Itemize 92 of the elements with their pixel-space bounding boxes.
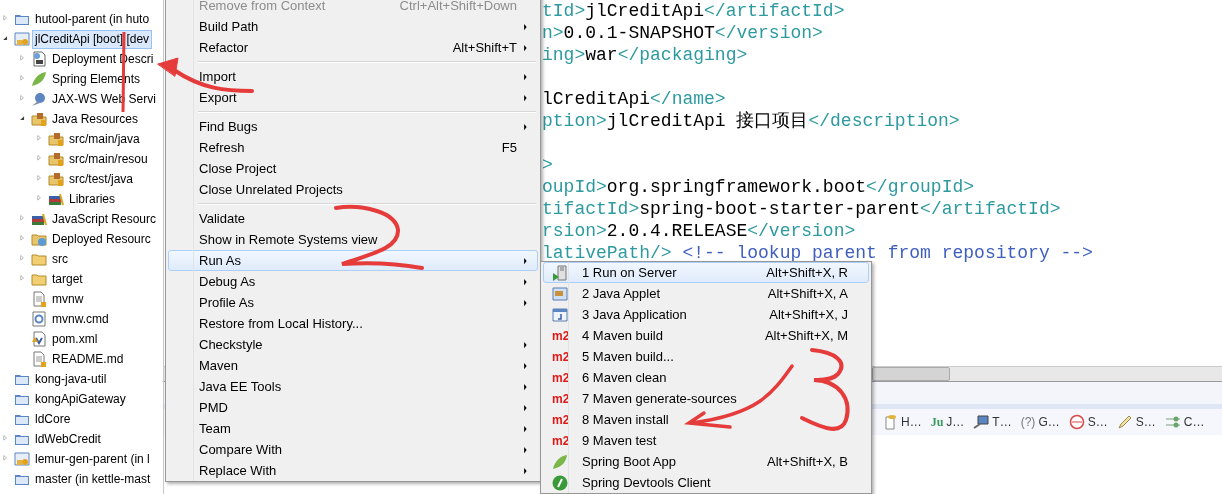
tree-item[interactable]: mvnw (49, 289, 87, 309)
menu-item[interactable]: Replace With (168, 460, 538, 481)
application-icon (552, 306, 568, 323)
code-line: rsion>2.0.4.RELEASE</version> (542, 221, 856, 241)
menu-item[interactable]: Checkstyle (168, 334, 538, 355)
code-line: tifactId>spring-boot-starter-parent</artifactId> (542, 199, 1061, 219)
tree-item[interactable]: Deployed Resourc (49, 229, 154, 249)
menu-item[interactable]: Refactor Alt+Shift+T (168, 37, 538, 58)
menu-item[interactable]: Restore from Local History... (168, 313, 538, 334)
menu-item[interactable]: Validate (168, 208, 538, 229)
menu-item[interactable]: Profile As (168, 292, 538, 313)
document-icon (31, 51, 47, 67)
menu-item[interactable]: 3 Java Application Alt+Shift+X, J (543, 304, 869, 325)
no-entry-icon (1068, 414, 1085, 430)
menu-item[interactable]: Show in Remote Systems view (168, 229, 538, 250)
code-line: lativePath/> <!-- lookup parent from repository --> (542, 243, 1093, 263)
menu-item[interactable]: Close Project (168, 158, 538, 179)
tree-item[interactable]: pom.xml (49, 329, 101, 349)
code-line: ing>war</packaging> (542, 45, 748, 65)
code-line: > (542, 155, 553, 175)
code-line: n>0.0.1-SNAPSHOT</version> (542, 23, 823, 43)
view-tab[interactable]: T… (973, 414, 1012, 430)
tree-item[interactable]: Libraries (66, 189, 119, 209)
monitor-icon (973, 414, 990, 430)
leaf-icon (552, 453, 568, 470)
menu-item[interactable]: Spring Boot App Alt+Shift+X, B (543, 451, 869, 472)
tree-item[interactable]: kong-java-util (32, 369, 110, 389)
folder-globe-icon (31, 231, 47, 247)
leaf-icon (31, 71, 47, 87)
package-folder-icon (48, 151, 64, 167)
menu-item[interactable]: PMD (168, 397, 538, 418)
code-line: oupId>org.springframework.boot</groupId> (542, 177, 975, 197)
view-tab[interactable]: Ju J… (930, 414, 965, 430)
books-icon (48, 191, 64, 207)
menu-item[interactable]: Build Path (168, 16, 538, 37)
applet-icon (552, 285, 568, 302)
tree-item[interactable]: src/main/resou (66, 149, 151, 169)
tree-item[interactable]: target (49, 269, 86, 289)
tree-item[interactable]: master (in kettle-mast (32, 469, 154, 489)
tree-item[interactable]: src/test/java (66, 169, 137, 189)
view-tab[interactable]: (?) G… (1020, 415, 1060, 429)
menu-item[interactable]: Team (168, 418, 538, 439)
tree-item[interactable]: ldWebCredit (32, 429, 104, 449)
menu-item[interactable]: 1 Run on Server Alt+Shift+X, R (543, 262, 869, 283)
gear-file-icon (31, 311, 47, 327)
tree-item[interactable]: hutool-parent (in huto (32, 9, 153, 29)
package-folder-icon (48, 171, 64, 187)
menu-item[interactable]: Java EE Tools (168, 376, 538, 397)
menu-item[interactable]: Compare With (168, 439, 538, 460)
package-folder-icon (31, 111, 47, 127)
folder-icon (31, 271, 47, 287)
menu-item[interactable]: Debug As (168, 271, 538, 292)
menu-item[interactable]: Import (168, 66, 538, 87)
tree-item[interactable]: Java Resources (49, 109, 142, 129)
view-tab[interactable]: C… (1164, 414, 1205, 430)
menu-item[interactable]: Find Bugs (168, 116, 538, 137)
tree-item[interactable]: src/main/java (66, 129, 143, 149)
project-icon (14, 451, 30, 467)
code-line: ption>jlCreditApi 接口项目</description> (542, 111, 960, 131)
xml-file-icon (31, 331, 47, 347)
tree-item[interactable]: ldCore (32, 409, 74, 429)
menu-item[interactable]: Run As (168, 250, 538, 271)
menu-item[interactable]: 2 Java Applet Alt+Shift+X, A (543, 283, 869, 304)
menu-item[interactable]: Close Unrelated Projects (168, 179, 538, 200)
tree-item[interactable]: README.md (49, 349, 127, 369)
tree-item[interactable]: src (49, 249, 71, 269)
view-tab[interactable]: S… (1116, 414, 1156, 430)
view-tab[interactable]: S… (1068, 414, 1108, 430)
package-folder-icon (48, 131, 64, 147)
tree-item[interactable]: mvnw.cmd (49, 309, 112, 329)
power-icon (552, 474, 568, 491)
menu-item[interactable]: Refresh F5 (168, 137, 538, 158)
menu-item[interactable]: Spring Devtools Client (543, 472, 869, 493)
view-tab[interactable]: H… (882, 414, 922, 430)
nodes-icon (1164, 414, 1181, 430)
books-icon (31, 211, 47, 227)
file-icon (31, 351, 47, 367)
tree-item[interactable]: jlCreditApi [boot] [dev (32, 29, 153, 49)
database-icon (882, 414, 898, 430)
file-icon (31, 291, 47, 307)
scrollbar-thumb[interactable] (872, 367, 950, 381)
menu-item[interactable]: Maven (168, 355, 538, 376)
folder-icon (31, 251, 47, 267)
globe-icon (31, 91, 47, 107)
tree-item[interactable]: lemur-gen-parent (in l (32, 449, 153, 469)
tree-item[interactable]: kongApiGateway (32, 389, 129, 409)
menu-item[interactable]: Export (168, 87, 538, 108)
pen-icon (1116, 414, 1133, 430)
code-line: lCreditApi</name> (542, 89, 726, 109)
project-icon (14, 31, 30, 47)
code-line: tId>jlCreditApi</artifactId> (542, 1, 845, 21)
tree-item[interactable]: JavaScript Resourc (49, 209, 160, 229)
